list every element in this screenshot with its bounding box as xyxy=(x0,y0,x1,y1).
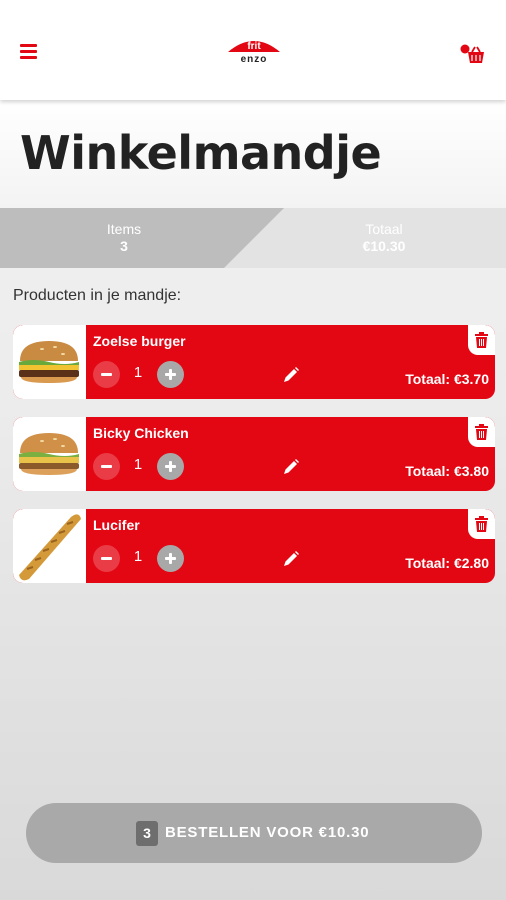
summary-total: Totaal €10.30 xyxy=(284,208,484,268)
quantity-value: 1 xyxy=(133,456,143,473)
top-bar: frit enzo xyxy=(0,0,506,100)
summary-total-label: Totaal xyxy=(365,221,403,237)
snack-stick-icon xyxy=(19,514,81,581)
product-name: Lucifer xyxy=(93,517,140,533)
quantity-value: 1 xyxy=(133,548,143,565)
cart-item: Zoelse burger 1 Totaal: €3.70 xyxy=(13,325,495,399)
product-name: Zoelse burger xyxy=(93,333,186,349)
basket-icon[interactable] xyxy=(458,43,486,65)
cart-item: Bicky Chicken 1 Totaal: €3.80 xyxy=(13,417,495,491)
product-name: Bicky Chicken xyxy=(93,425,189,441)
pencil-icon[interactable] xyxy=(281,549,301,569)
decrease-quantity-button[interactable] xyxy=(93,453,120,480)
decrease-quantity-button[interactable] xyxy=(93,361,120,388)
frit-enzo-logo[interactable]: frit enzo xyxy=(226,36,282,66)
logo-mark-icon: frit enzo xyxy=(228,41,280,65)
products-heading: Producten in je mandje: xyxy=(13,287,182,304)
order-button-label: BESTELLEN VOOR €10.30 xyxy=(165,824,370,841)
burger-icon xyxy=(19,433,79,475)
cart-summary: Items 3 Totaal €10.30 xyxy=(0,208,506,268)
cart-item: Lucifer 1 Totaal: €2.80 xyxy=(13,509,495,583)
decrease-quantity-button[interactable] xyxy=(93,545,120,572)
trash-icon[interactable] xyxy=(468,509,495,539)
product-image xyxy=(13,509,86,583)
increase-quantity-button[interactable] xyxy=(157,453,184,480)
order-button[interactable]: 3 BESTELLEN VOOR €10.30 xyxy=(26,803,482,863)
increase-quantity-button[interactable] xyxy=(157,545,184,572)
line-total: Totaal: €3.80 xyxy=(405,463,489,479)
burger-icon xyxy=(19,341,79,383)
line-total: Totaal: €3.70 xyxy=(405,371,489,387)
page-title: Winkelmandje xyxy=(20,126,382,180)
trash-icon[interactable] xyxy=(468,417,495,447)
quantity-value: 1 xyxy=(133,364,143,381)
pencil-icon[interactable] xyxy=(281,365,301,385)
order-item-count-badge: 3 xyxy=(136,821,158,846)
summary-items-value: 3 xyxy=(120,238,128,254)
line-total: Totaal: €2.80 xyxy=(405,555,489,571)
summary-items: Items 3 xyxy=(24,208,224,268)
pencil-icon[interactable] xyxy=(281,457,301,477)
hamburger-menu-icon[interactable] xyxy=(20,43,38,59)
logo-line2: enzo xyxy=(241,54,268,65)
increase-quantity-button[interactable] xyxy=(157,361,184,388)
product-image xyxy=(13,325,86,399)
summary-items-label: Items xyxy=(106,221,142,237)
product-image xyxy=(13,417,86,491)
logo-line1: frit xyxy=(247,41,261,52)
trash-icon[interactable] xyxy=(468,325,495,355)
summary-total-value: €10.30 xyxy=(362,238,406,254)
